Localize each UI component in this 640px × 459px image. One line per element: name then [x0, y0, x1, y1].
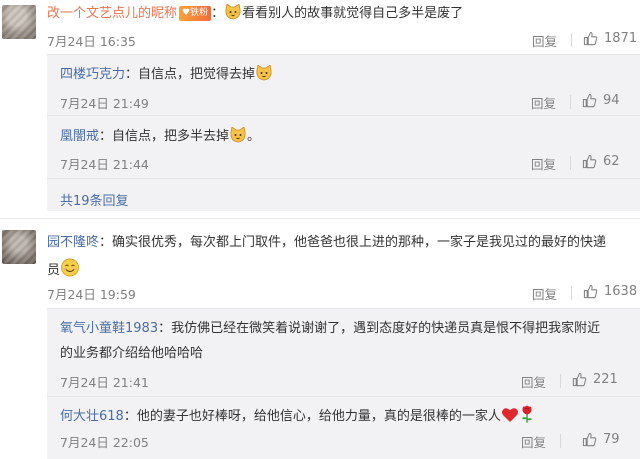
like-button[interactable]: 79 — [582, 432, 620, 447]
reply-body: 何大壮618：他的妻子也好棒呀，给他信心，给他力量，真的是很棒的一家人 — [60, 405, 535, 429]
comment-username[interactable]: 园不隆咚 — [47, 235, 99, 250]
divider — [571, 33, 572, 47]
reply-text: 自信点，把多半去掉 — [112, 129, 230, 144]
reply-button[interactable]: 回复 — [531, 154, 556, 173]
like-count: 94 — [603, 93, 620, 108]
reply-body: 四楼巧克力：自信点，把觉得去掉 — [60, 64, 273, 87]
reply-username[interactable]: 凰闇戒 — [60, 129, 99, 144]
comment-text: 看看别人的故事就觉得自己多半是废了 — [242, 6, 464, 21]
reply-button[interactable]: 回复 — [532, 284, 557, 303]
like-count: 221 — [593, 372, 618, 387]
reply-button[interactable]: 回复 — [532, 31, 557, 50]
reply-list: 四楼巧克力：自信点，把觉得去掉 7月24日 21:49 回复 94 凰闇戒：自信… — [47, 54, 640, 211]
comment-text: 确实很优秀，每次都上门取件，他爸爸也很上进的那种，一家子是我见过的最好的快递 — [112, 235, 607, 250]
divider — [47, 396, 640, 397]
comment-body: 园不隆咚：确实很优秀，每次都上门取件，他爸爸也很上进的那种，一家子是我见过的最好… — [47, 235, 607, 250]
reply-username[interactable]: 四楼巧克力 — [60, 67, 125, 82]
like-count: 79 — [603, 432, 620, 447]
thumbs-up-icon — [583, 284, 598, 299]
divider — [571, 286, 572, 300]
reply-text-end: 。 — [247, 129, 261, 144]
reply-text: 我仿佛已经在微笑着说谢谢了，遇到态度好的快递员真是恨不得把我家附近 — [171, 321, 601, 336]
comment-time: 7月24日 16:35 — [47, 34, 136, 49]
cat-emoji-icon — [229, 126, 247, 149]
comment-item: 改一个文艺点儿的昵称 ♥ 铁粉： 看看别人的故事就觉得自己多半是废了 7月24日 1… — [0, 0, 640, 212]
smile-emoji-icon — [60, 258, 80, 283]
comment-body: 改一个文艺点儿的昵称 ♥ 铁粉： 看看别人的故事就觉得自己多半是废了 — [47, 3, 464, 26]
thumbs-up-icon — [582, 432, 597, 447]
reply-button[interactable]: 回复 — [521, 432, 546, 451]
comment-text: 员 — [47, 263, 61, 278]
reply-body: 凰闇戒：自信点，把多半去掉 。 — [60, 126, 261, 149]
reply-text: 自信点，把觉得去掉 — [138, 67, 256, 82]
fan-badge: ♥ 铁粉 — [179, 5, 212, 21]
reply-username[interactable]: 何大壮618 — [60, 409, 124, 424]
more-replies-link[interactable]: 共19条回复 — [60, 190, 129, 209]
rose-emoji-icon — [519, 405, 535, 429]
reply-body: 氧气小童鞋1983：我仿佛已经在微笑着说谢谢了，遇到态度好的快递员真是恨不得把我… — [60, 321, 601, 336]
comment-item: 园不隆咚：确实很优秀，每次都上门取件，他爸爸也很上进的那种，一家子是我见过的最好… — [0, 226, 640, 459]
divider — [0, 218, 640, 219]
divider — [560, 374, 561, 388]
thumbs-up-icon — [582, 93, 597, 108]
like-button[interactable]: 62 — [582, 154, 620, 169]
divider — [560, 434, 561, 448]
like-count: 62 — [603, 154, 620, 169]
reply-button[interactable]: 回复 — [531, 93, 556, 112]
like-button[interactable]: 221 — [572, 372, 618, 387]
reply-button[interactable]: 回复 — [521, 372, 546, 391]
reply-list: 氧气小童鞋1983：我仿佛已经在微笑着说谢谢了，遇到态度好的快递员真是恨不得把我… — [47, 308, 640, 459]
thumbs-up-icon — [582, 154, 597, 169]
thumbs-up-icon — [572, 372, 587, 387]
divider — [570, 156, 571, 170]
reply-time: 7月24日 21:49 — [60, 96, 149, 111]
thumbs-up-icon — [583, 31, 598, 46]
reply-body-cont: 的业务都介绍给他哈哈哈 — [60, 345, 203, 363]
comment-username[interactable]: 改一个文艺点儿的昵称 — [47, 6, 177, 21]
reply-text: 他的妻子也好棒呀，给他信心，给他力量，真的是很棒的一家人 — [136, 409, 501, 424]
heart-emoji-icon — [501, 407, 519, 429]
reply-text: 的业务都介绍给他哈哈哈 — [60, 346, 204, 361]
like-count: 1871 — [604, 31, 638, 46]
reply-time: 7月24日 22:05 — [60, 435, 149, 450]
divider — [570, 95, 571, 109]
reply-time: 7月24日 21:44 — [60, 157, 149, 172]
like-button[interactable]: 1638 — [583, 284, 637, 299]
reply-username[interactable]: 氧气小童鞋1983 — [60, 321, 158, 336]
comment-body-cont: 员 — [47, 258, 80, 283]
comment-time: 7月24日 19:59 — [47, 287, 136, 302]
avatar[interactable] — [2, 5, 36, 39]
like-count: 1638 — [604, 284, 638, 299]
cat-emoji-icon — [224, 3, 242, 26]
avatar[interactable] — [2, 230, 36, 264]
cat-emoji-icon — [255, 64, 273, 87]
like-button[interactable]: 94 — [582, 93, 620, 108]
divider — [47, 178, 640, 179]
divider — [47, 115, 640, 116]
like-button[interactable]: 1871 — [583, 31, 637, 46]
reply-time: 7月24日 21:41 — [60, 375, 149, 390]
